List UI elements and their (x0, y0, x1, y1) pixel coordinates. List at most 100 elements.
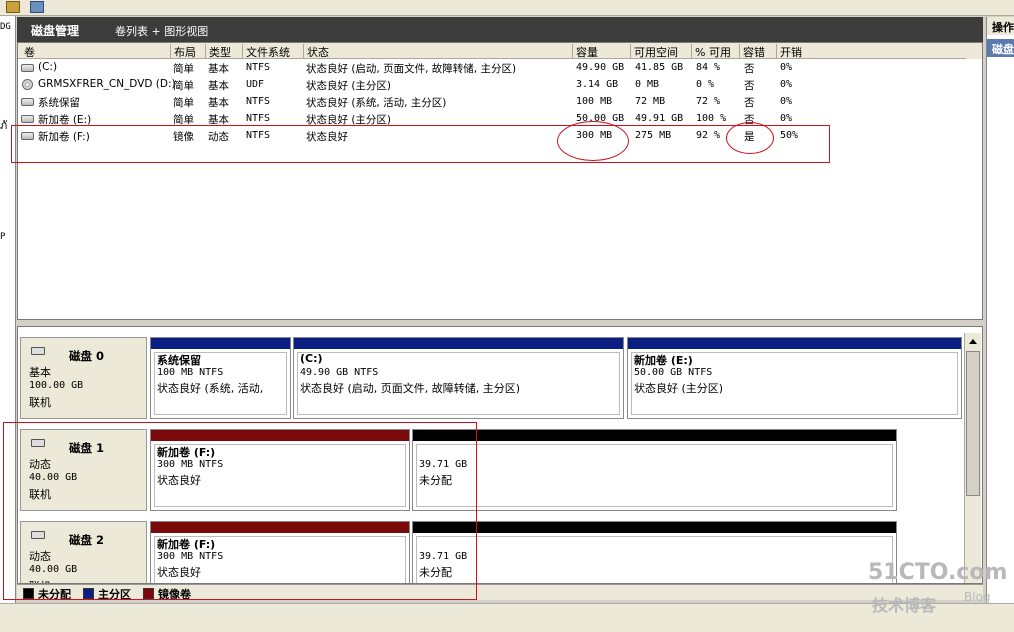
volume-list-header: 卷 布局 类型 文件系统 状态 容量 可用空间 % 可用 容错 开销 (18, 43, 982, 59)
partition-frame (416, 536, 893, 583)
partition-color-bar (413, 522, 896, 533)
partition-status: 状态良好 (系统, 活动, (157, 382, 264, 395)
watermark-blog: Blog (964, 590, 991, 604)
cell-vol: (C:) (38, 61, 58, 73)
partition-status: 状态良好 (主分区) (634, 382, 724, 395)
column-header-volume[interactable]: 卷 (21, 44, 35, 59)
partition-title: 系统保留 (157, 354, 201, 367)
cell-oh: 0% (780, 96, 793, 107)
column-header-overhead[interactable]: 开销 (776, 44, 802, 59)
cell-fs: NTFS (246, 96, 271, 107)
actions-pane: 操作 磁盘 (986, 17, 1014, 617)
partition-unallocated[interactable]: 39.71 GB 未分配 (412, 521, 897, 583)
column-header-fault-tolerance[interactable]: 容错 (739, 44, 765, 59)
page-title: 磁盘管理 (31, 24, 80, 38)
cell-cap: 49.90 GB (576, 62, 625, 73)
cell-fs: UDF (246, 79, 265, 90)
cell-pct: 100 % (696, 113, 727, 124)
cell-oh: 0% (780, 113, 793, 124)
disk-icon (31, 347, 45, 355)
watermark-subtitle: 技术博客 (872, 596, 937, 615)
disk-mgmt-icon[interactable] (6, 1, 20, 13)
annotation-circle-fault-tolerance (726, 122, 774, 154)
cell-pct: 84 % (696, 62, 721, 73)
cell-fs: NTFS (246, 113, 271, 124)
panel-titlebar: 磁盘管理 卷列表 + 图形视图 (17, 17, 983, 42)
partition-status: 状态良好 (启动, 页面文件, 故障转储, 主分区) (300, 382, 521, 395)
cell-layout: 简单 (173, 97, 194, 109)
partition-unallocated[interactable]: 39.71 GB 未分配 (412, 429, 897, 511)
partition-color-bar (294, 338, 623, 349)
cell-vol: GRMSXFRER_CN_DVD (D:) (38, 78, 176, 90)
column-header-type[interactable]: 类型 (205, 44, 231, 59)
column-header-layout[interactable]: 布局 (170, 44, 196, 59)
cell-status: 状态良好 (启动, 页面文件, 故障转储, 主分区) (306, 63, 517, 75)
volume-list: 卷 布局 类型 文件系统 状态 容量 可用空间 % 可用 容错 开销 (C:) 简… (17, 42, 983, 320)
cell-type: 基本 (208, 80, 229, 92)
cell-free: 41.85 GB (635, 62, 684, 73)
cell-pct: 72 % (696, 96, 721, 107)
column-header-capacity[interactable]: 容量 (572, 44, 598, 59)
cell-oh: 0% (780, 79, 793, 90)
scroll-up-arrow-icon[interactable] (969, 339, 977, 344)
partition-color-bar (413, 430, 896, 441)
partition-size: 50.00 GB NTFS (634, 367, 713, 378)
cell-free: 0 MB (635, 79, 660, 90)
help-icon[interactable] (30, 1, 44, 13)
disk-size: 100.00 GB (29, 380, 84, 391)
cell-fs: NTFS (246, 62, 271, 73)
disk-kind: 基本 (29, 366, 51, 379)
cell-layout: 简单 (173, 80, 194, 92)
column-header-filesystem[interactable]: 文件系统 (242, 44, 290, 59)
volume-icon (21, 98, 34, 106)
scrollbar-thumb[interactable] (966, 351, 980, 496)
cell-cap: 3.14 GB (576, 79, 619, 90)
cell-cap: 100 MB (576, 96, 613, 107)
disk-state: 联机 (29, 396, 51, 409)
partition-volume[interactable]: 系统保留 100 MB NTFS 状态良好 (系统, 活动, (150, 337, 291, 419)
partition-title: (C:) (300, 352, 323, 365)
annotation-box-f-volume (11, 125, 830, 163)
table-row[interactable]: 系统保留 简单 基本 NTFS 状态良好 (系统, 活动, 主分区) 100 MB 72 M… (18, 94, 982, 110)
cell-status: 状态良好 (主分区) (306, 80, 392, 92)
column-header-status[interactable]: 状态 (303, 44, 329, 59)
partition-size: 100 MB NTFS (157, 367, 224, 378)
table-row[interactable]: GRMSXFRER_CN_DVD (D:) 简单 基本 UDF 状态良好 (主分区) 3.… (18, 77, 982, 93)
cell-ft: 否 (744, 63, 755, 75)
actions-item-disk-mgmt[interactable]: 磁盘 (987, 39, 1014, 57)
volume-icon (21, 64, 34, 72)
partition-volume[interactable]: (C:) 49.90 GB NTFS 状态良好 (启动, 页面文件, 故障转储, 主… (293, 337, 624, 419)
cd-drive-icon (22, 79, 33, 90)
volume-icon (21, 115, 34, 123)
view-mode-label: 卷列表 + 图形视图 (115, 25, 209, 38)
column-header-free-space[interactable]: 可用空间 (630, 44, 678, 59)
nav-fragment: DG (0, 22, 11, 32)
table-row[interactable]: (C:) 简单 基本 NTFS 状态良好 (启动, 页面文件, 故障转储, 主分区) 49… (18, 60, 982, 76)
nav-fragment: P (0, 232, 6, 242)
cell-status: 状态良好 (系统, 活动, 主分区) (306, 97, 447, 109)
partition-size: 49.90 GB NTFS (300, 367, 379, 378)
cell-type: 基本 (208, 97, 229, 109)
partition-frame (416, 444, 893, 507)
cell-ft: 否 (744, 97, 755, 109)
column-header-percent-free[interactable]: % 可用 (691, 44, 731, 59)
cell-free: 49.91 GB (635, 113, 684, 124)
cell-type: 基本 (208, 63, 229, 75)
partition-title: 新加卷 (E:) (634, 354, 693, 367)
graph-scrollbar[interactable] (964, 333, 981, 583)
cell-pct: 0 % (696, 79, 715, 90)
actions-header: 操作 (987, 17, 1014, 35)
nav-fragment: ภั (0, 119, 8, 132)
watermark-brand: 51CTO.com (868, 560, 1008, 585)
disk-label-0[interactable]: 磁盘 0 基本 100.00 GB 联机 (20, 337, 147, 419)
cell-ft: 否 (744, 80, 755, 92)
partition-volume[interactable]: 新加卷 (E:) 50.00 GB NTFS 状态良好 (主分区) (627, 337, 962, 419)
partition-color-bar (151, 338, 290, 349)
list-scroll-corner (966, 43, 982, 59)
annotation-box-mirror-disks (3, 422, 477, 600)
partition-color-bar (628, 338, 961, 349)
top-toolbar (0, 0, 1014, 16)
status-bar (0, 603, 1014, 632)
cell-free: 72 MB (635, 96, 666, 107)
cell-oh: 0% (780, 62, 793, 73)
